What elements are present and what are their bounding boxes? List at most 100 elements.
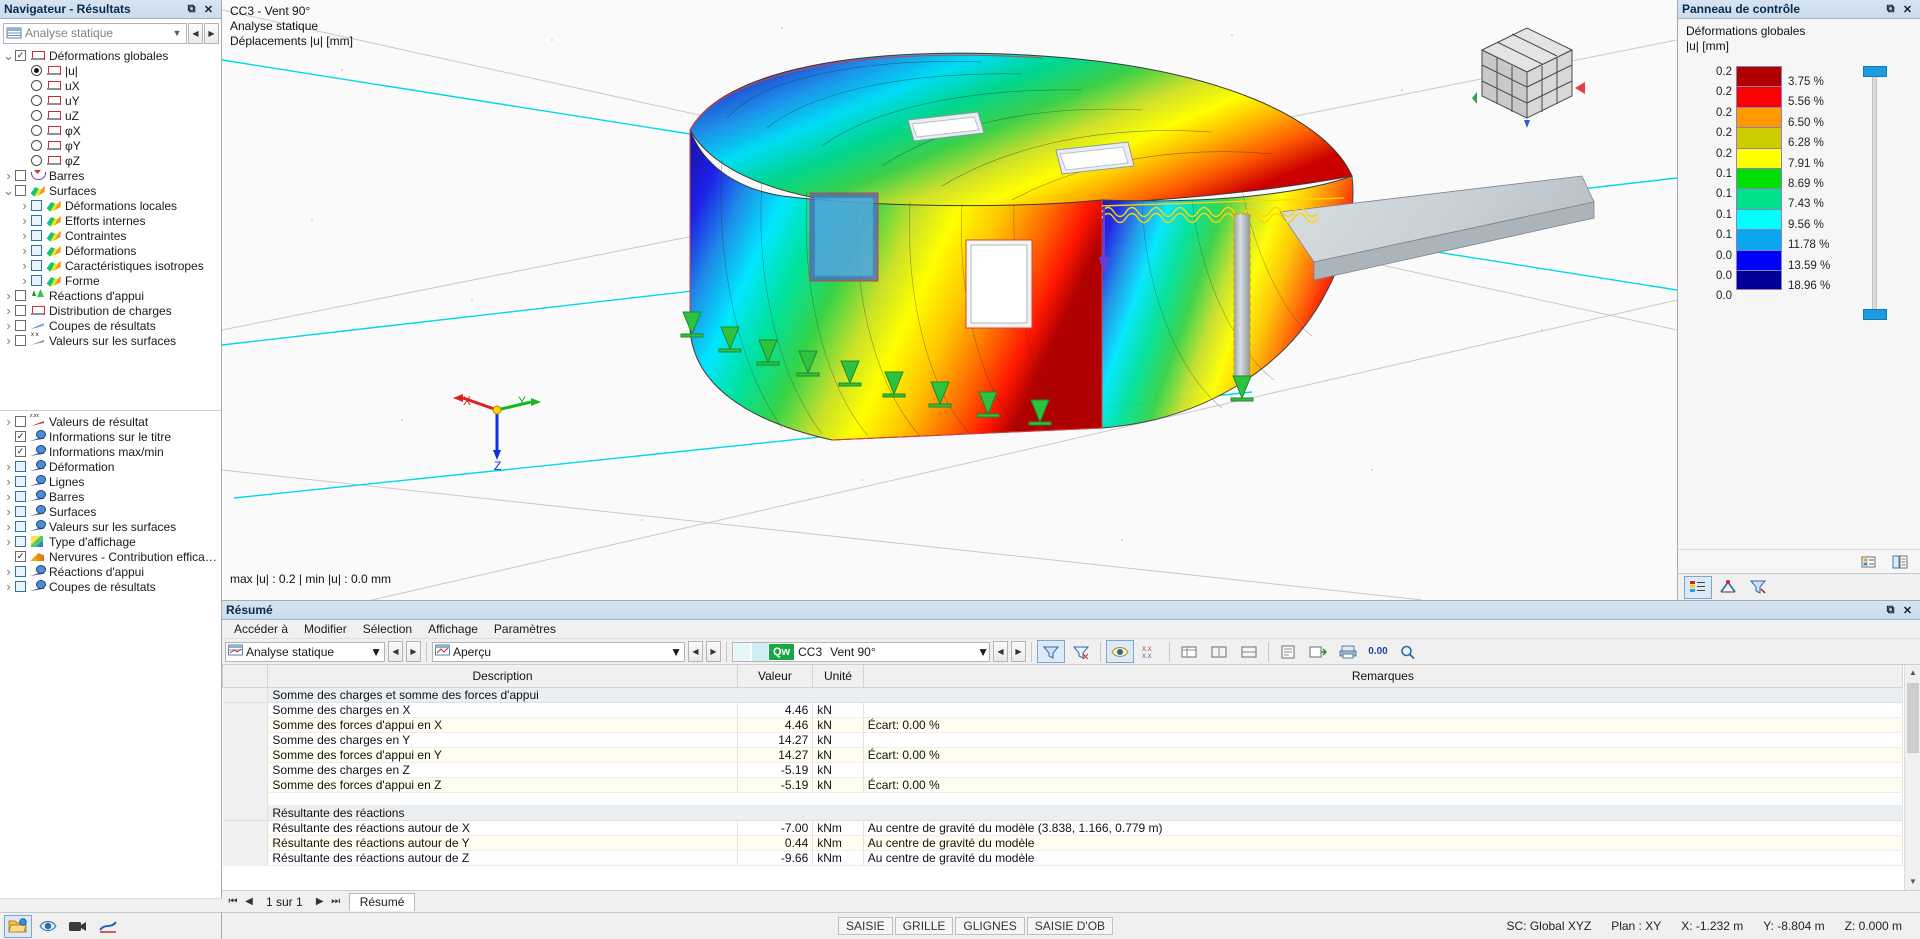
- chevron-right-icon[interactable]: ›: [18, 243, 31, 258]
- search-icon[interactable]: [1394, 640, 1422, 663]
- export-button[interactable]: [1304, 640, 1332, 663]
- resume-restore-icon[interactable]: ⧉: [1882, 603, 1899, 618]
- row-header-cell[interactable]: [222, 732, 269, 748]
- resume-vertical-scrollbar[interactable]: ▲ ▼: [1904, 665, 1920, 890]
- resume-view-prev[interactable]: ◀: [688, 641, 703, 662]
- statusbar-toggle-glignes[interactable]: GLIGNES: [955, 917, 1025, 935]
- first-page-icon[interactable]: ⏮: [226, 896, 240, 907]
- control-panel-restore-icon[interactable]: ⧉: [1882, 2, 1899, 17]
- resume-analysis-combo[interactable]: Analyse statique ▼: [225, 641, 385, 662]
- table-row[interactable]: Somme des charges en X 4.46 kN: [222, 702, 1904, 718]
- resume-view-next[interactable]: ▶: [706, 641, 721, 662]
- navigator-restore-icon[interactable]: ⧉: [183, 2, 200, 17]
- legend-slider-handle-bottom[interactable]: [1863, 309, 1887, 320]
- checkbox-coupes-de-r-sultats[interactable]: [15, 320, 26, 331]
- tree-item-surfaces[interactable]: ⌄ Surfaces: [0, 183, 221, 198]
- scrollbar-thumb[interactable]: [1907, 683, 1919, 753]
- checkbox-surfaces[interactable]: [15, 185, 26, 196]
- chevron-right-icon[interactable]: ›: [18, 228, 31, 243]
- row-header-cell[interactable]: [222, 805, 269, 821]
- legend-swatch[interactable]: [1736, 66, 1782, 87]
- panel-options-button[interactable]: [1886, 550, 1914, 573]
- chevron-down-icon[interactable]: ▼: [170, 28, 184, 38]
- tab-color-scale[interactable]: [1684, 575, 1712, 599]
- tree-item-uz[interactable]: uZ: [0, 108, 221, 123]
- checkbox-d-formations-globales[interactable]: ✓: [15, 50, 26, 61]
- radio--x[interactable]: [31, 125, 42, 136]
- row-header-cell[interactable]: [222, 777, 269, 793]
- table-row[interactable]: Résultante des réactions autour de Y 0.44…: [222, 835, 1904, 851]
- checkbox-barres[interactable]: [15, 491, 26, 502]
- legend-swatch[interactable]: [1736, 249, 1782, 270]
- statusbar-toggle-saisie[interactable]: SAISIE: [838, 917, 893, 935]
- resume-analysis-next[interactable]: ▶: [406, 641, 421, 662]
- row-header-cell[interactable]: [222, 717, 269, 733]
- statusbar-toggle-saisie-d-ob[interactable]: SAISIE D'OB: [1026, 917, 1114, 935]
- tree-item-lignes[interactable]: › Lignes: [0, 474, 221, 489]
- filter-clear-button[interactable]: [1067, 640, 1095, 663]
- menu-item-s-lection[interactable]: Sélection: [355, 620, 420, 638]
- chevron-right-icon[interactable]: ›: [18, 258, 31, 273]
- chevron-right-icon[interactable]: ›: [2, 489, 15, 504]
- chevron-down-icon[interactable]: ▼: [977, 645, 989, 659]
- checkbox-nervures-contribution-efficace-sur-la-[interactable]: ✓: [15, 551, 26, 562]
- chevron-right-icon[interactable]: ›: [2, 303, 15, 318]
- chevron-right-icon[interactable]: ›: [2, 564, 15, 579]
- legend-swatch[interactable]: [1736, 208, 1782, 230]
- report-button[interactable]: [1274, 640, 1302, 663]
- checkbox-d-formation[interactable]: [15, 461, 26, 472]
- table-row[interactable]: Somme des forces d'appui en Y 14.27 kN Écar…: [222, 747, 1904, 763]
- chevron-right-icon[interactable]: ›: [18, 198, 31, 213]
- column-header[interactable]: Unité: [812, 665, 864, 688]
- checkbox-valeurs-de-r-sultat[interactable]: [15, 416, 26, 427]
- checkbox-distribution-de-charges[interactable]: [15, 305, 26, 316]
- menu-item-param-tres[interactable]: Paramètres: [486, 620, 564, 638]
- table-row[interactable]: Résultante des réactions autour de Z -9.6…: [222, 850, 1904, 866]
- tree-item-distribution-de-charges[interactable]: › Distribution de charges: [0, 303, 221, 318]
- statusbar-toggle-grille[interactable]: GRILLE: [894, 917, 954, 935]
- checkbox-d-formations-locales[interactable]: [31, 200, 42, 211]
- checkbox-d-formations[interactable]: [31, 245, 42, 256]
- tab-factors[interactable]: [1714, 576, 1742, 599]
- tree-item-valeurs-sur-les-surfaces[interactable]: › Valeurs sur les surfaces: [0, 519, 221, 534]
- radio--z[interactable]: [31, 155, 42, 166]
- tree-item-uy[interactable]: uY: [0, 93, 221, 108]
- checkbox-type-d-affichage[interactable]: [15, 536, 26, 547]
- checkbox-contraintes[interactable]: [31, 230, 42, 241]
- checkbox-informations-max-min[interactable]: ✓: [15, 446, 26, 457]
- tree-item-d-formation[interactable]: › Déformation: [0, 459, 221, 474]
- tree-item-nervures-contribution-efficace-sur-la[interactable]: ✓ Nervures - Contribution efficace sur la…: [0, 549, 221, 564]
- chevron-down-icon[interactable]: ⌄: [2, 184, 15, 197]
- checkbox-caract-ristiques-isotropes[interactable]: [31, 260, 42, 271]
- legend-swatch[interactable]: [1736, 269, 1782, 291]
- menu-item-affichage[interactable]: Affichage: [420, 620, 486, 638]
- tab-filter[interactable]: [1744, 576, 1772, 599]
- tree-item-d-formations-locales[interactable]: › Déformations locales: [0, 198, 221, 213]
- row-header-cell[interactable]: [222, 687, 269, 703]
- navigator-next-button[interactable]: ▶: [204, 22, 219, 44]
- row-header-cell[interactable]: [222, 820, 269, 836]
- chevron-right-icon[interactable]: ›: [2, 579, 15, 594]
- radio-uz[interactable]: [31, 110, 42, 121]
- chevron-right-icon[interactable]: ›: [2, 168, 15, 183]
- tree-item-d-formations-globales[interactable]: ⌄ ✓ Déformations globales: [0, 48, 221, 63]
- tree-item-valeurs-sur-les-surfaces[interactable]: › Valeurs sur les surfaces: [0, 332, 221, 348]
- results-navigator-button[interactable]: [94, 915, 122, 938]
- legend-range-slider[interactable]: [1858, 62, 1898, 549]
- tree-item-contraintes[interactable]: › Contraintes: [0, 228, 221, 243]
- legend-swatch[interactable]: [1736, 106, 1782, 128]
- legend-settings-button[interactable]: [1855, 550, 1883, 573]
- tree-item-y[interactable]: φY: [0, 138, 221, 153]
- checkbox-forme[interactable]: [31, 275, 42, 286]
- legend-slider-track[interactable]: [1872, 74, 1877, 314]
- resume-view-combo[interactable]: Aperçu ▼: [432, 641, 685, 662]
- control-panel-close-icon[interactable]: ✕: [1899, 2, 1916, 17]
- resume-close-icon[interactable]: ✕: [1899, 603, 1916, 618]
- resume-analysis-prev[interactable]: ◀: [388, 641, 403, 662]
- navigator-horizontal-scrollbar[interactable]: [0, 898, 222, 912]
- table-row[interactable]: Somme des charges en Z -5.19 kN: [222, 762, 1904, 778]
- chevron-down-icon[interactable]: ▼: [370, 645, 382, 659]
- legend-slider-handle-top[interactable]: [1863, 66, 1887, 77]
- filter-rows-button[interactable]: [1037, 640, 1065, 663]
- chevron-right-icon[interactable]: ›: [2, 519, 15, 534]
